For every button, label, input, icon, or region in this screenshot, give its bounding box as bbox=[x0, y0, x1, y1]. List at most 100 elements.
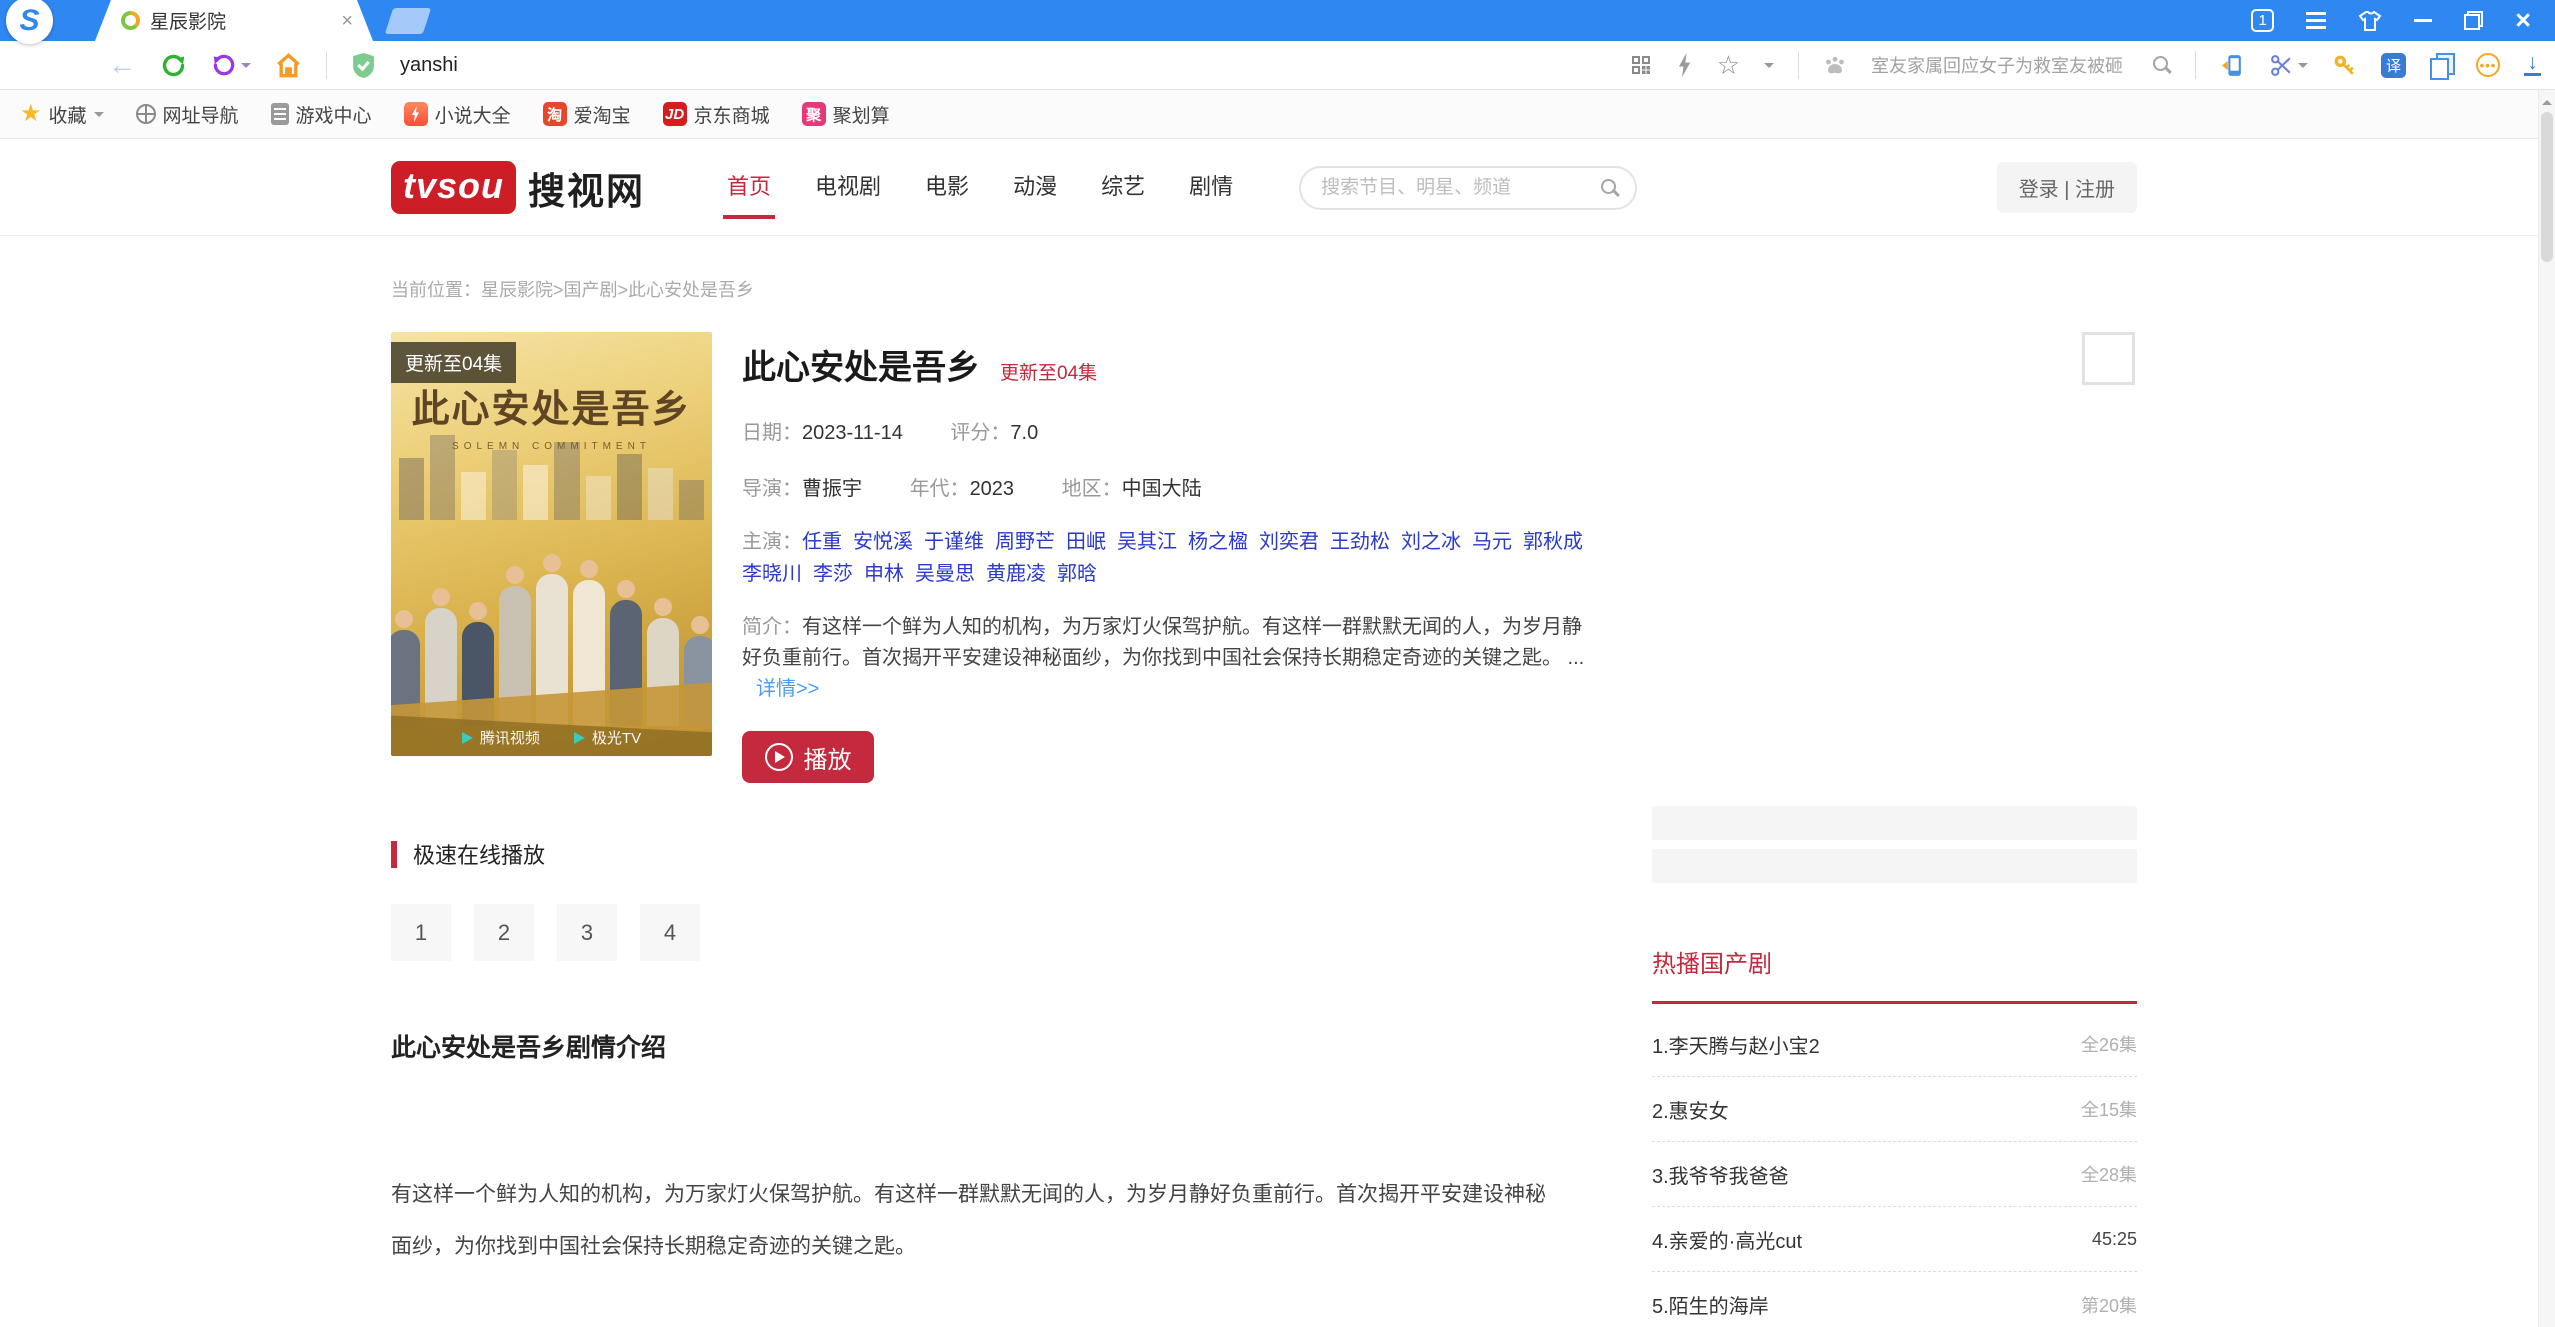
undo-caret-icon[interactable] bbox=[241, 63, 251, 73]
cast-link[interactable]: 田岷 bbox=[1066, 531, 1106, 553]
home-icon[interactable] bbox=[275, 52, 302, 79]
bookmark-favorites[interactable]: ★ 收藏 bbox=[20, 101, 104, 128]
site-search-icon[interactable] bbox=[1601, 179, 1619, 197]
bookmark-taobao[interactable]: 淘 爱淘宝 bbox=[543, 101, 631, 128]
nav-variety[interactable]: 综艺 bbox=[1097, 157, 1149, 219]
hot-drama-name[interactable]: 4.亲爱的·高光cut bbox=[1652, 1225, 1802, 1254]
poster-update-badge: 更新至04集 bbox=[391, 342, 516, 383]
restore-icon[interactable] bbox=[2464, 11, 2483, 30]
menu-icon[interactable] bbox=[2306, 12, 2326, 29]
hot-drama-name[interactable]: 5.陌生的海岸 bbox=[1652, 1290, 1769, 1319]
intro-title: 此心安处是吾乡剧情介绍 bbox=[391, 1028, 1594, 1064]
hot-drama-item[interactable]: 2.惠安女 全15集 bbox=[1652, 1077, 2137, 1142]
bookmark-game-center[interactable]: 游戏中心 bbox=[271, 101, 372, 128]
nav-movies[interactable]: 电影 bbox=[921, 157, 973, 219]
hot-drama-name[interactable]: 1.李天腾与赵小宝2 bbox=[1652, 1030, 1820, 1059]
scroll-up-icon[interactable] bbox=[2542, 95, 2552, 105]
refresh-icon[interactable] bbox=[160, 52, 187, 79]
cast-link[interactable]: 吴其江 bbox=[1117, 531, 1177, 553]
undo-icon[interactable] bbox=[211, 52, 237, 78]
cast-link[interactable]: 王劲松 bbox=[1330, 531, 1390, 553]
notes-pages-icon[interactable] bbox=[2430, 53, 2452, 77]
site-search-box[interactable] bbox=[1299, 166, 1637, 210]
site-search-input[interactable] bbox=[1321, 177, 1601, 199]
download-icon[interactable]: ↓ bbox=[2524, 54, 2541, 76]
cast-link[interactable]: 李莎 bbox=[813, 563, 853, 585]
hot-drama-item[interactable]: 1.李天腾与赵小宝2 全26集 bbox=[1652, 1012, 2137, 1077]
more-tools-icon[interactable]: ••• bbox=[2476, 53, 2500, 77]
send-to-phone-icon[interactable] bbox=[2220, 53, 2245, 78]
password-key-icon[interactable] bbox=[2332, 53, 2357, 78]
address-bar[interactable]: yanshi bbox=[400, 54, 458, 77]
episode-button[interactable]: 3 bbox=[557, 904, 617, 961]
cast-link[interactable]: 马元 bbox=[1472, 531, 1512, 553]
cast-link[interactable]: 任重 bbox=[802, 531, 842, 553]
scissors-caret-icon[interactable] bbox=[2298, 63, 2308, 73]
nav-tv-series[interactable]: 电视剧 bbox=[811, 157, 885, 219]
hot-drama-item[interactable]: 4.亲爱的·高光cut 45:25 bbox=[1652, 1207, 2137, 1272]
episode-list: 1234 bbox=[391, 904, 1594, 961]
cast-link[interactable]: 杨之楹 bbox=[1188, 531, 1248, 553]
cast-link[interactable]: 刘之冰 bbox=[1401, 531, 1461, 553]
accelerate-bolt-icon[interactable] bbox=[1677, 53, 1693, 77]
favorite-star-icon[interactable]: ☆ bbox=[1717, 52, 1740, 78]
cast-link[interactable]: 郭晗 bbox=[1057, 563, 1097, 585]
breadcrumb[interactable]: 当前位置：星辰影院>国产剧>此心安处是吾乡 bbox=[391, 276, 2137, 302]
jd-icon: JD bbox=[663, 102, 687, 126]
cast-link[interactable]: 安悦溪 bbox=[853, 531, 913, 553]
tab-count-badge[interactable]: 1 bbox=[2251, 9, 2274, 32]
main-nav: 首页 电视剧 电影 动漫 综艺 剧情 bbox=[723, 157, 1237, 219]
nav-plot[interactable]: 剧情 bbox=[1185, 157, 1237, 219]
qr-code-icon[interactable] bbox=[1629, 53, 1653, 77]
cast-link[interactable]: 李晓川 bbox=[742, 563, 802, 585]
security-shield-icon[interactable] bbox=[351, 52, 376, 79]
favorite-caret-icon[interactable] bbox=[1764, 63, 1774, 73]
cast-link[interactable]: 刘奕君 bbox=[1259, 531, 1319, 553]
play-button[interactable]: 播放 bbox=[742, 731, 874, 783]
cast-link[interactable]: 吴曼思 bbox=[915, 563, 975, 585]
bookmark-juhuasuan[interactable]: 聚 聚划算 bbox=[802, 101, 890, 128]
poster-watermarks: 腾讯视频 极光TV bbox=[391, 727, 712, 748]
minimize-icon[interactable] bbox=[2414, 19, 2432, 22]
hot-drama-name[interactable]: 2.惠安女 bbox=[1652, 1095, 1729, 1124]
screenshot-scissors-icon[interactable] bbox=[2269, 53, 2294, 78]
hot-drama-item[interactable]: 3.我爷爷我爸爸 全28集 bbox=[1652, 1142, 2137, 1207]
cast-link[interactable]: 郭秋成 bbox=[1523, 531, 1583, 553]
synopsis-more-link[interactable]: 详情>> bbox=[756, 678, 819, 700]
new-tab-button[interactable] bbox=[385, 8, 431, 34]
hot-search-text[interactable]: 室友家属回应女子为救室友被砸 bbox=[1871, 52, 2129, 78]
cast-link[interactable]: 周野芒 bbox=[995, 531, 1055, 553]
translate-icon[interactable]: 译 bbox=[2381, 53, 2406, 78]
bookmark-jd[interactable]: JD 京东商城 bbox=[663, 101, 770, 128]
show-year: 2023 bbox=[970, 478, 1015, 500]
date-rating-row: 日期：2023-11-14 评分：7.0 bbox=[742, 416, 1594, 445]
hot-drama-name[interactable]: 3.我爷爷我爸爸 bbox=[1652, 1160, 1789, 1189]
site-logo[interactable]: tvsou bbox=[391, 161, 516, 214]
skin-shirt-icon[interactable] bbox=[2358, 10, 2382, 32]
scrollbar-thumb[interactable] bbox=[2541, 112, 2553, 262]
close-icon[interactable]: × bbox=[2515, 7, 2531, 34]
tab-close-icon[interactable]: × bbox=[341, 11, 353, 31]
episode-button[interactable]: 4 bbox=[640, 904, 700, 961]
browser-tab[interactable]: 星辰影院 × bbox=[95, 0, 373, 41]
login-register-button[interactable]: 登录 | 注册 bbox=[1997, 162, 2137, 213]
favorites-caret-icon[interactable] bbox=[94, 112, 104, 122]
cast-link[interactable]: 申林 bbox=[864, 563, 904, 585]
sogou-logo-icon[interactable]: S bbox=[6, 0, 53, 44]
hot-drama-item[interactable]: 5.陌生的海岸 第20集 bbox=[1652, 1272, 2137, 1327]
scrollbar[interactable] bbox=[2538, 90, 2555, 1327]
bookmark-nav-site[interactable]: 网址导航 bbox=[136, 101, 239, 128]
bookmark-novels[interactable]: 小说大全 bbox=[404, 101, 511, 128]
cast-link[interactable]: 于谨维 bbox=[924, 531, 984, 553]
episode-button[interactable]: 2 bbox=[474, 904, 534, 961]
nav-home[interactable]: 首页 bbox=[723, 157, 775, 219]
back-icon[interactable]: ← bbox=[108, 51, 136, 79]
nav-anime[interactable]: 动漫 bbox=[1009, 157, 1061, 219]
show-poster[interactable]: 更新至04集 此心安处是吾乡 SOLEMN COMMITMENT bbox=[391, 332, 712, 756]
hot-drama-meta: 全28集 bbox=[2081, 1161, 2137, 1187]
episode-button[interactable]: 1 bbox=[391, 904, 451, 961]
site-header: tvsou 搜视网 首页 电视剧 电影 动漫 综艺 剧情 登录 | 注册 bbox=[0, 139, 2555, 236]
cast-link[interactable]: 黄鹿凌 bbox=[986, 563, 1046, 585]
search-icon[interactable] bbox=[2153, 56, 2171, 74]
globe-icon bbox=[136, 104, 156, 124]
